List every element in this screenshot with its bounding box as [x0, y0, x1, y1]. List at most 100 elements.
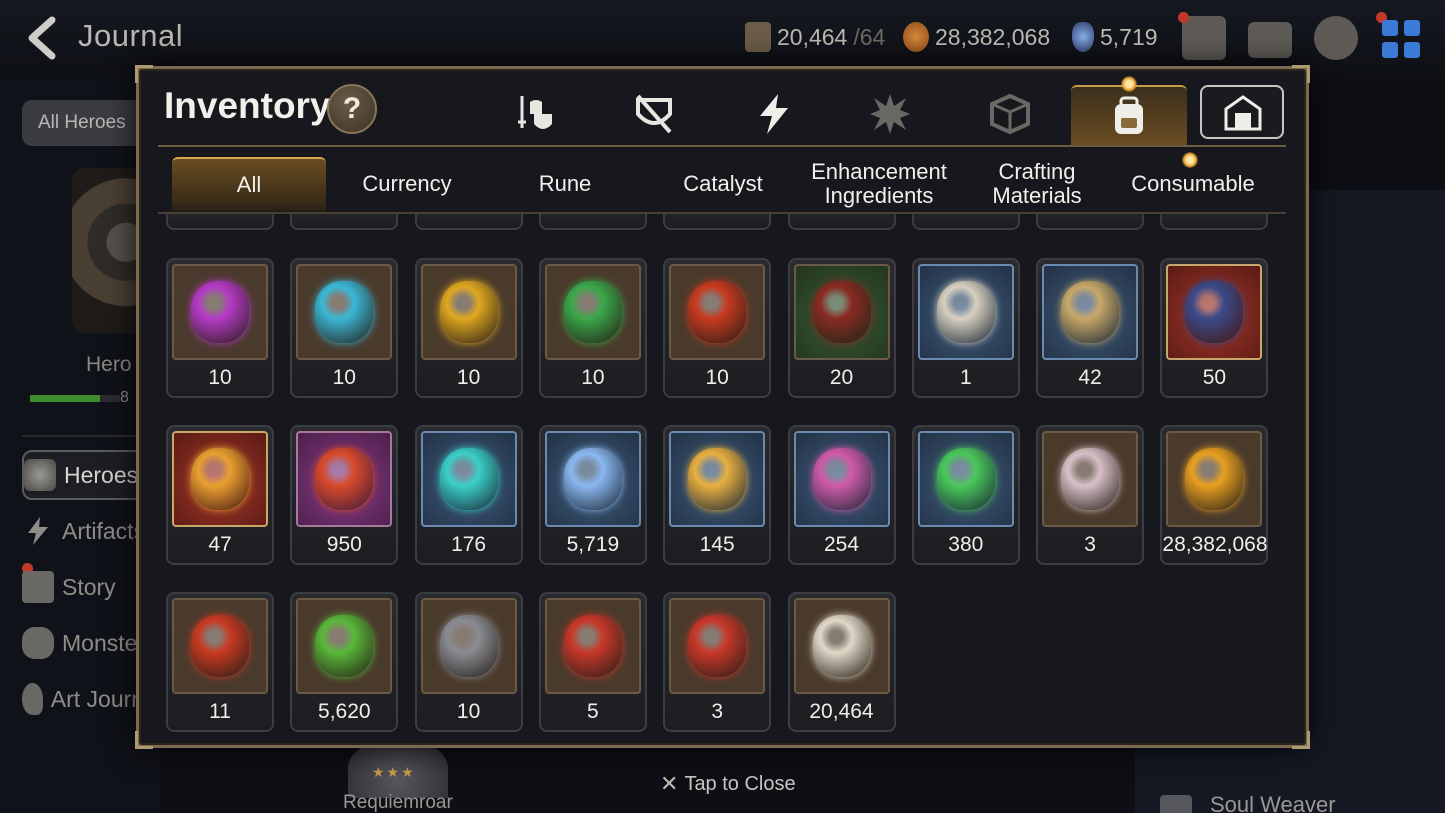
- inventory-slot[interactable]: 5: [538, 592, 647, 732]
- item-count: 33: [417, 214, 521, 220]
- notification-dot: [1182, 152, 1198, 168]
- inventory-slot[interactable]: 10: [663, 258, 772, 398]
- tab-all[interactable]: All: [172, 157, 326, 211]
- inventory-slot[interactable]: 1: [911, 258, 1020, 398]
- category-tab-store[interactable]: [1200, 85, 1284, 139]
- item-count: 47: [208, 533, 232, 556]
- all-heroes-filter[interactable]: All Heroes: [22, 100, 152, 146]
- inventory-slot[interactable]: 28,382,068: [1160, 425, 1269, 565]
- inventory-slot[interactable]: 10: [414, 258, 523, 398]
- tap-to-close-label: Tap to Close: [684, 772, 796, 795]
- pink-mountain-icon: [812, 448, 871, 510]
- inventory-slot[interactable]: 10: [538, 258, 647, 398]
- inventory-slot[interactable]: 3: [663, 592, 772, 732]
- inventory-slot[interactable]: 53: [663, 214, 772, 230]
- tab-currency[interactable]: Currency: [330, 157, 484, 211]
- red-leaf-token-icon: [191, 615, 249, 677]
- item-frame: [669, 431, 766, 527]
- lightning-icon[interactable]: [752, 92, 796, 136]
- battle-banner-icon: [563, 615, 622, 677]
- item-count: 3: [1084, 533, 1096, 556]
- fang-icon: [936, 281, 995, 343]
- inventory-slot[interactable]: 33: [414, 214, 523, 230]
- stamina-max: /64: [853, 23, 886, 50]
- inventory-slot[interactable]: 4: [1036, 214, 1145, 230]
- item-count: 5,620: [318, 700, 371, 723]
- header-divider: [158, 145, 1286, 147]
- inventory-slot[interactable]: 176: [414, 425, 523, 565]
- inventory-slot[interactable]: 380: [911, 425, 1020, 565]
- inventory-slot[interactable]: 3: [787, 214, 896, 230]
- skystone-value: 5,719: [1100, 23, 1158, 50]
- item-count: 25: [168, 214, 272, 220]
- item-frame: [793, 598, 890, 694]
- tab-crafting-materials[interactable]: Crafting Materials: [960, 157, 1114, 211]
- stamina-icon: [745, 22, 771, 52]
- item-frame: [1166, 264, 1263, 360]
- menu-grid-icon[interactable]: [1380, 18, 1422, 60]
- inventory-tabs: All Currency Rune Catalyst Enhancement I…: [172, 157, 1272, 211]
- inventory-slot[interactable]: 950: [290, 425, 399, 565]
- item-frame: [172, 264, 268, 360]
- item-count: 10: [456, 366, 481, 389]
- tab-enhancement-ingredients[interactable]: Enhancement Ingredients: [802, 157, 956, 211]
- tab-catalyst[interactable]: Catalyst: [646, 157, 800, 211]
- chat-icon[interactable]: [1314, 16, 1358, 60]
- inventory-chest-icon[interactable]: [1182, 16, 1226, 60]
- spiky-icon[interactable]: [868, 92, 912, 136]
- inventory-slot[interactable]: 1: [538, 214, 647, 230]
- item-count: 10: [456, 700, 481, 723]
- inventory-slot[interactable]: 3: [1036, 425, 1145, 565]
- tab-rune[interactable]: Rune: [488, 157, 642, 211]
- inventory-slot[interactable]: 50: [1160, 258, 1269, 398]
- inventory-grid: 2530331533141010101010102014250479501765…: [158, 214, 1286, 734]
- inventory-slot[interactable]: 30: [290, 214, 399, 230]
- inventory-slot[interactable]: 10: [1160, 214, 1269, 230]
- inventory-slot[interactable]: 42: [1036, 258, 1145, 398]
- tap-to-close-button[interactable]: ✕ Tap to Close: [660, 771, 796, 797]
- inventory-slot[interactable]: 145: [663, 425, 772, 565]
- inventory-slot[interactable]: 10: [290, 258, 399, 398]
- item-count: 42: [1078, 366, 1102, 389]
- item-frame: [296, 264, 393, 360]
- gold-value: 28,382,068: [935, 23, 1051, 50]
- broken-shield-icon[interactable]: [632, 92, 676, 136]
- claw-icon: [812, 281, 871, 343]
- item-frame: [1166, 431, 1263, 527]
- sword-shield-icon[interactable]: [514, 92, 558, 136]
- inventory-slot[interactable]: 25: [166, 214, 274, 230]
- herb-root-icon: [1061, 281, 1120, 343]
- inventory-slot[interactable]: 20,464: [787, 592, 896, 732]
- green-rune-icon: [563, 281, 622, 343]
- inventory-slot[interactable]: 10: [166, 258, 274, 398]
- inventory-slot[interactable]: 20: [787, 258, 896, 398]
- item-frame: [917, 264, 1014, 360]
- item-count: 1: [959, 366, 972, 389]
- item-count: 10: [705, 366, 729, 389]
- crossed-swords-seal-icon: [688, 615, 747, 677]
- item-count: 176: [451, 533, 487, 556]
- tabs-divider: [158, 212, 1286, 214]
- mail-icon[interactable]: [1248, 22, 1292, 58]
- inventory-slot[interactable]: 11: [166, 592, 274, 732]
- item-count: 10: [581, 366, 605, 389]
- item-count: 1: [541, 214, 645, 220]
- page-title: Journal: [78, 18, 184, 53]
- inventory-slot[interactable]: 5,620: [290, 592, 399, 732]
- item-count: 3: [790, 214, 894, 220]
- inventory-title: Inventory: [164, 85, 331, 126]
- inventory-slot[interactable]: 10: [414, 592, 523, 732]
- hero-icon: [24, 459, 56, 491]
- inventory-slot[interactable]: 47: [166, 425, 274, 565]
- gold-coin-icon: [1185, 448, 1244, 510]
- pendant-icon: [1185, 281, 1244, 343]
- cube-icon[interactable]: [988, 92, 1032, 136]
- inventory-slot[interactable]: 1: [911, 214, 1020, 230]
- back-arrow-icon[interactable]: [22, 14, 66, 62]
- item-frame: [917, 431, 1014, 527]
- inventory-slot[interactable]: 5,719: [538, 425, 647, 565]
- inventory-slot[interactable]: 254: [787, 425, 896, 565]
- item-count: 30: [292, 214, 396, 220]
- help-button[interactable]: ?: [327, 84, 377, 134]
- palette-icon: [22, 683, 43, 715]
